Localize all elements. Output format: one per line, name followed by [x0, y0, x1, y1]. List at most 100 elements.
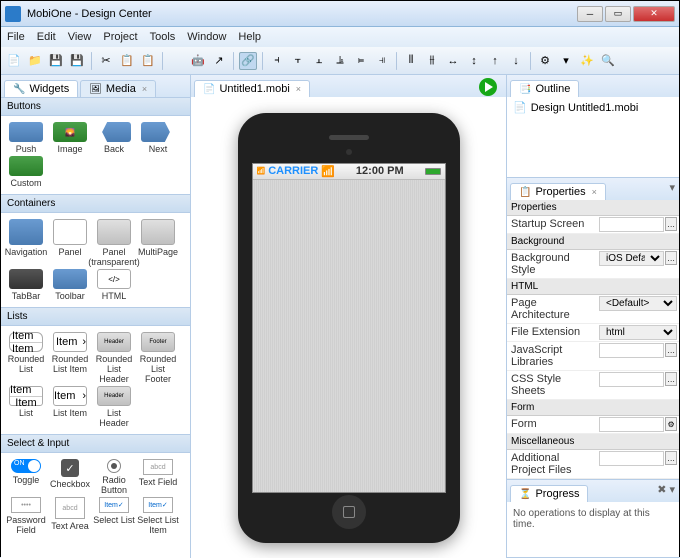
cat-lists[interactable]: Lists [1, 307, 190, 326]
home-button[interactable] [332, 495, 366, 529]
link-icon[interactable]: 🔗 [239, 52, 257, 70]
menu-view[interactable]: View [68, 31, 92, 43]
widget-rounded-list-footer[interactable]: FooterRounded List Footer [137, 332, 179, 384]
search-icon[interactable]: 🔍 [599, 52, 617, 70]
prop-css-btn[interactable]: … [665, 372, 677, 386]
android-icon[interactable]: 🤖 [189, 52, 207, 70]
cut-icon[interactable]: ✂ [97, 52, 115, 70]
prop-bgstyle-select[interactable]: iOS Default (strip... [599, 251, 664, 266]
maximize-button[interactable]: ▭ [605, 6, 631, 22]
save-icon[interactable]: 💾 [47, 52, 65, 70]
share-icon[interactable]: ↗ [210, 52, 228, 70]
dist-h-icon[interactable]: ⫴ [402, 52, 420, 70]
prop-form-btn[interactable]: ⚙ [665, 417, 677, 431]
dropdown-icon[interactable]: ▾ [557, 52, 575, 70]
cat-buttons[interactable]: Buttons [1, 97, 190, 116]
close-button[interactable]: ✕ [633, 6, 675, 22]
new-icon[interactable]: 📄 [5, 52, 23, 70]
paste-icon[interactable]: 📋 [139, 52, 157, 70]
menu-edit[interactable]: Edit [37, 31, 56, 43]
prop-jslibs-btn[interactable]: … [665, 343, 677, 357]
widget-rounded-list-item[interactable]: Item›Rounded List Item [49, 332, 91, 384]
right-panels: 📑Outline 📄Design Untitled1.mobi 📋Propert… [507, 75, 679, 558]
widget-toggle[interactable]: Toggle [5, 459, 47, 495]
prop-startup-input[interactable] [599, 217, 664, 232]
widget-toolbar[interactable]: Toolbar [49, 269, 91, 301]
align-top-icon[interactable]: ⫡ [331, 52, 349, 70]
align-center-icon[interactable]: ⫟ [289, 52, 307, 70]
prop-bgstyle-btn[interactable]: … [665, 251, 677, 265]
widget-list-header[interactable]: HeaderList Header [93, 386, 135, 428]
phone-frame: 📶 CARRIER 📶 12:00 PM [238, 113, 460, 543]
prop-addfiles-btn[interactable]: … [665, 451, 677, 465]
prop-startup-btn[interactable]: … [665, 217, 677, 231]
tab-progress[interactable]: ⏳Progress [510, 485, 588, 502]
widget-password[interactable]: ••••Password Field [5, 497, 47, 535]
open-icon[interactable]: 📁 [26, 52, 44, 70]
tab-media[interactable]: 🖼Media× [80, 80, 156, 97]
outline-root[interactable]: 📄Design Untitled1.mobi [507, 97, 679, 118]
menu-window[interactable]: Window [187, 31, 226, 43]
widget-multipage[interactable]: MultiPage [137, 219, 179, 267]
align-middle-icon[interactable]: ⫢ [352, 52, 370, 70]
tab-widgets[interactable]: 🔧Widgets [4, 80, 78, 97]
widget-custom[interactable]: Custom [5, 156, 47, 188]
bring-front-icon[interactable]: ↑ [486, 52, 504, 70]
run-button[interactable] [478, 77, 500, 99]
dist-v-icon[interactable]: ⫵ [423, 52, 441, 70]
widget-html[interactable]: </>HTML [93, 269, 135, 301]
widget-rounded-list[interactable]: ItemItemRounded List [5, 332, 47, 384]
doc-tab[interactable]: 📄Untitled1.mobi× [194, 80, 310, 97]
menu-help[interactable]: Help [238, 31, 261, 43]
wand-icon[interactable]: ✨ [578, 52, 596, 70]
widget-textarea[interactable]: abcdText Area [49, 497, 91, 535]
send-back-icon[interactable]: ↓ [507, 52, 525, 70]
props-menu-icon[interactable]: ▾ [669, 181, 675, 194]
saveall-icon[interactable]: 💾 [68, 52, 86, 70]
widget-list[interactable]: ItemItemList [5, 386, 47, 428]
prop-css-input[interactable] [599, 372, 664, 387]
align-bottom-icon[interactable]: ⫣ [373, 52, 391, 70]
widget-selectlist-item[interactable]: Item✓Select List Item [137, 497, 179, 535]
widget-panel[interactable]: Panel [49, 219, 91, 267]
prop-pagearch-select[interactable]: <Default> [599, 296, 677, 311]
widget-radio[interactable]: Radio Button [93, 459, 135, 495]
copy-icon[interactable]: 📋 [118, 52, 136, 70]
widget-textfield[interactable]: abcdText Field [137, 459, 179, 495]
widget-back[interactable]: Back [93, 122, 135, 154]
prop-addfiles-input[interactable] [599, 451, 664, 466]
gear-icon[interactable]: ⚙ [536, 52, 554, 70]
prop-fileext-select[interactable]: html [599, 325, 677, 340]
progress-stop-icon[interactable]: ✖ [657, 483, 666, 496]
minimize-button[interactable]: ─ [577, 6, 603, 22]
widget-next[interactable]: Next [137, 122, 179, 154]
menu-tools[interactable]: Tools [150, 31, 176, 43]
phone-screen[interactable]: 📶 CARRIER 📶 12:00 PM [252, 163, 446, 493]
same-w-icon[interactable]: ↔ [444, 52, 462, 70]
widget-selectlist[interactable]: Item✓Select List [93, 497, 135, 535]
align-right-icon[interactable]: ⫠ [310, 52, 328, 70]
cat-containers[interactable]: Containers [1, 194, 190, 213]
widget-tabbar[interactable]: TabBar [5, 269, 47, 301]
progress-menu-icon[interactable]: ▾ [669, 483, 675, 496]
prop-jslibs-input[interactable] [599, 343, 664, 358]
cat-select-input[interactable]: Select & Input [1, 434, 190, 453]
app-icon [5, 6, 21, 22]
widget-list-item[interactable]: Item›List Item [49, 386, 91, 428]
widget-navigation[interactable]: Navigation [5, 219, 47, 267]
tab-properties[interactable]: 📋Properties× [510, 183, 606, 200]
menu-file[interactable]: File [7, 31, 25, 43]
widget-push[interactable]: Push [5, 122, 47, 154]
widget-rounded-list-header[interactable]: HeaderRounded List Header [93, 332, 135, 384]
align-left-icon[interactable]: ⫞ [268, 52, 286, 70]
apple-icon[interactable] [168, 52, 186, 70]
same-h-icon[interactable]: ↕ [465, 52, 483, 70]
menu-project[interactable]: Project [103, 31, 137, 43]
prop-form-input[interactable] [599, 417, 664, 432]
design-canvas[interactable]: 📶 CARRIER 📶 12:00 PM [191, 97, 506, 558]
widget-panel-transparent[interactable]: Panel (transparent) [93, 219, 135, 267]
tab-outline[interactable]: 📑Outline [510, 80, 579, 97]
widget-checkbox[interactable]: ✓Checkbox [49, 459, 91, 495]
prop-sec-misc: Miscellaneous [507, 434, 679, 450]
widget-image[interactable]: 🌄Image [49, 122, 91, 154]
